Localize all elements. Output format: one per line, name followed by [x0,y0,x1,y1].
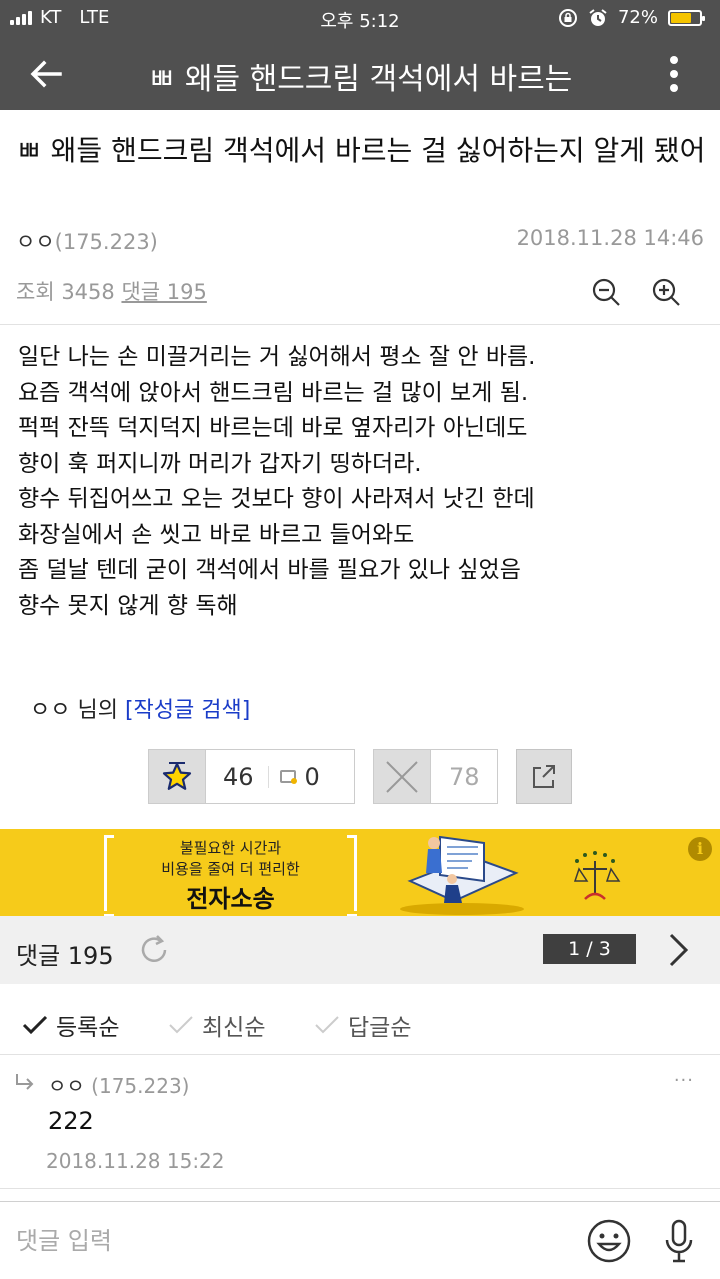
check-icon [315,1016,339,1034]
ad-banner[interactable]: 불필요한 시간과 비용을 줄여 더 편리한 전자소송 i [0,829,720,916]
post-stats: 조회 3458 댓글 195 [16,276,207,306]
downvote-count: 78 [449,762,480,791]
sort-latest[interactable]: 최신순 [168,1008,265,1042]
ad-line-2: 비용을 줄여 더 편리한 [161,860,300,878]
author-search-link[interactable]: [작성글 검색] [125,698,250,723]
author-search-nick: ㅇㅇ 님의 [30,698,118,723]
body-line: 향수 못지 않게 향 독해 [18,592,238,619]
battery-icon [668,9,705,26]
microphone-icon[interactable] [664,1218,694,1264]
reply-arrow-icon [16,1074,34,1090]
header-divider [0,324,720,325]
sort-label: 등록순 [56,1015,120,1041]
author-nick: ㅇㅇ [16,230,55,254]
rotation-lock-icon [558,8,577,27]
downvote-group: 78 [373,749,498,804]
chevron-right-icon[interactable] [664,932,692,968]
downvote-button[interactable] [374,750,431,803]
upvote-button[interactable] [149,750,206,803]
app-bar: ㅃ 왜들 핸드크림 객석에서 바르는 [0,36,720,110]
body-line: 향수 뒤집어쓰고 오는 것보다 향이 사라져서 낫긴 한데 [18,486,535,512]
sort-registered[interactable]: 등록순 [22,1008,119,1042]
x-icon [386,760,418,793]
post-title: ㅃ 왜들 핸드크림 객석에서 바르는 걸 싫어하는지 알게 됐어 [16,134,706,167]
author-ip: (175.223) [54,230,158,254]
status-bar: KT LTE 오후 5:12 72% [0,0,720,36]
vote-separator [267,765,269,788]
ad-headline: 전자소송 [186,885,275,913]
ad-line-1: 불필요한 시간과 [179,839,282,857]
comment-text: 222 [48,1107,94,1135]
ad-illustration [400,835,524,915]
fixed-upvote-count: 0 [304,762,320,791]
comments-count: 댓글 195 [16,942,114,970]
comment-author-nick: ㅇㅇ [48,1074,85,1098]
page-indicator: 1 / 3 [543,934,636,964]
body-line: 화장실에서 손 씻고 바로 바르고 들어와도 [18,521,415,548]
body-line: 일단 나는 손 미끌거리는 거 싫어해서 평소 잘 안 바름. [18,344,536,370]
back-arrow-icon[interactable] [24,52,68,96]
emoji-icon[interactable] [586,1218,632,1264]
zoom-in-icon[interactable] [650,276,682,308]
share-button[interactable] [516,749,572,804]
comment-author[interactable]: ㅇㅇ (175.223) [48,1070,189,1099]
comment-count-link[interactable]: 댓글 195 [121,280,206,304]
post-date: 2018.11.28 14:46 [516,226,704,250]
alarm-icon [589,8,607,26]
post-body: 일단 나는 손 미끌거리는 거 싫어해서 평소 잘 안 바름. 요즘 객석에 앉… [18,340,708,624]
battery-percent: 72% [617,7,658,28]
star-icon [162,761,192,790]
sort-label: 답글순 [348,1015,412,1041]
check-icon [169,1016,193,1034]
refresh-icon[interactable] [136,932,172,968]
comment-divider [0,1188,720,1189]
comment-menu-icon[interactable]: ··· [674,1070,694,1091]
body-line: 좀 덜날 텐데 굳이 객석에서 바를 필요가 있나 싶었음 [18,557,521,583]
court-logo-icon [573,851,621,900]
post-author[interactable]: ㅇㅇ(175.223) [16,226,158,256]
comment-sort: 등록순 최신순 답글순 [0,984,720,1054]
sort-label: 최신순 [202,1015,266,1041]
check-icon [22,1015,48,1035]
comment-input[interactable] [16,1224,556,1258]
sort-replies[interactable]: 답글순 [314,1008,411,1042]
more-menu-icon[interactable] [664,54,684,94]
body-line: 퍽퍽 잔뜩 덕지덕지 바르는데 바로 옆자리가 아닌데도 [18,415,528,441]
share-icon [533,764,555,788]
upvote-group: 46 0 [148,749,355,804]
author-search: ㅇㅇ 님의 [작성글 검색] [30,692,250,724]
fixed-user-icon [279,770,297,784]
comment-input-bar [0,1202,720,1279]
comments-header: 댓글 195 1 / 3 [0,916,720,984]
status-right: 72% [558,7,705,28]
body-line: 요즘 객석에 앉아서 핸드크림 바르는 걸 많이 보게 됨. [18,379,529,406]
comment-item: ㅇㅇ (175.223) ··· 222 2018.11.28 15:22 [0,1054,720,1187]
ad-info-icon[interactable]: i [688,837,712,861]
body-line: 향이 훅 퍼지니까 머리가 갑자기 띵하더라. [18,450,422,477]
comment-author-ip: (175.223) [91,1074,190,1098]
comment-date: 2018.11.28 15:22 [46,1149,225,1173]
app-bar-title: ㅃ 왜들 핸드크림 객석에서 바르는 [147,62,573,97]
battery-fill [671,12,691,23]
upvote-count: 46 [223,762,254,791]
zoom-out-icon[interactable] [590,276,622,308]
view-count: 조회 3458 [16,280,115,304]
